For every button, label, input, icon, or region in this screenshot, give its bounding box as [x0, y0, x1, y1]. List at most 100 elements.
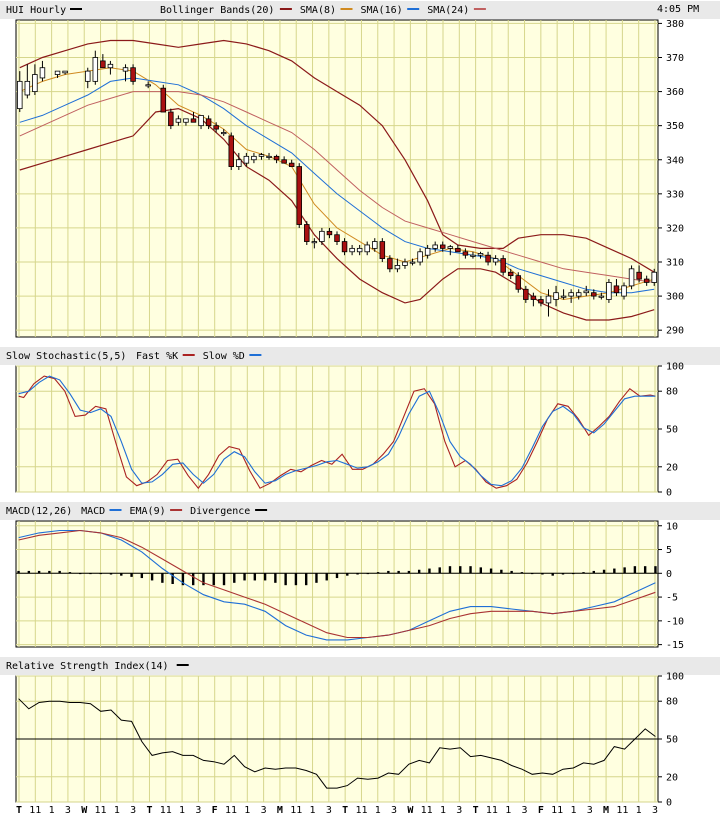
x-tick-label: T [342, 805, 348, 816]
divergence-bar [469, 566, 472, 574]
x-tick-label: W [407, 805, 414, 816]
candle-body [462, 251, 469, 256]
y-tick-label: 290 [666, 326, 684, 337]
candle-body [85, 70, 91, 82]
divergence-bar [448, 566, 452, 574]
candle-body [447, 246, 454, 249]
divergence-bar [479, 567, 483, 574]
divergence-bar [140, 573, 144, 579]
candle-body [228, 135, 235, 167]
divergence-bar [335, 573, 339, 579]
x-tick-label: 3 [65, 805, 71, 816]
candle-body [568, 292, 574, 297]
candle-body [394, 265, 401, 270]
legend-swatch [473, 8, 486, 10]
divergence-bar [243, 573, 246, 581]
candle-body [455, 247, 461, 253]
x-tick-label: 11 [421, 805, 433, 816]
divergence-bar [150, 573, 154, 581]
candle-body [372, 241, 378, 249]
candle-body [334, 234, 340, 242]
divergence-bar [592, 570, 595, 574]
candle-body [62, 70, 68, 74]
x-tick-label: 1 [244, 805, 250, 816]
divergence-bar [489, 568, 493, 574]
divergence-bar [161, 573, 164, 583]
divergence-bar [315, 573, 318, 583]
legend-label: SMA(16) [361, 5, 403, 16]
y-tick-label: 310 [666, 258, 684, 269]
x-tick-label: M [603, 805, 609, 816]
candle-body [168, 111, 174, 127]
divergence-bar [58, 570, 61, 574]
y-tick-label: 330 [666, 189, 684, 200]
divergence-bar [397, 570, 400, 574]
x-tick-label: 1 [114, 805, 120, 816]
y-tick-label: 5 [666, 545, 672, 556]
divergence-bar [346, 573, 349, 576]
divergence-bar [191, 573, 195, 586]
x-tick-label: 3 [456, 805, 462, 816]
candle-body [311, 241, 318, 244]
divergence-bar [99, 573, 102, 575]
divergence-bar [613, 568, 616, 574]
header-time: 4:05 PM [657, 4, 699, 15]
candle-body [243, 155, 250, 164]
candle-body [122, 67, 129, 72]
divergence-bar [602, 569, 606, 574]
divergence-bar [366, 573, 370, 575]
indicator-title: Relative Strength Index(14) [6, 661, 169, 672]
candle-body [92, 57, 99, 82]
legend-swatch [255, 509, 268, 511]
x-tick-label: 3 [652, 805, 658, 816]
candle-body [485, 254, 491, 263]
x-tick-label: 1 [179, 805, 185, 816]
candle-body [220, 132, 227, 135]
x-tick-label: 11 [616, 805, 628, 816]
x-tick-label: 1 [375, 805, 381, 816]
x-tick-label: 3 [391, 805, 397, 816]
x-tick-label: 3 [326, 805, 332, 816]
y-tick-label: 300 [666, 292, 684, 303]
candle-body [326, 230, 333, 236]
candle-body [100, 60, 106, 69]
candle-body [130, 67, 136, 82]
plot-area [15, 520, 659, 648]
divergence-bar [48, 570, 51, 574]
candle-body [636, 271, 642, 280]
divergence-bar [459, 566, 462, 574]
y-tick-label: 20 [666, 772, 678, 783]
divergence-bar [520, 572, 524, 574]
divergence-bar [27, 570, 31, 574]
candle-body [258, 154, 265, 157]
divergence-bar [643, 566, 647, 574]
x-tick-label: 11 [355, 805, 367, 816]
divergence-bar [407, 570, 411, 574]
legend-swatch [182, 354, 195, 356]
candle-body [39, 67, 46, 79]
divergence-bar [37, 570, 41, 574]
candle-body [387, 258, 393, 270]
divergence-bar [325, 573, 328, 581]
divergence-bar [561, 573, 565, 575]
candle-body [523, 288, 529, 300]
x-tick-label: 3 [587, 805, 593, 816]
x-tick-label: 1 [310, 805, 316, 816]
candle-body [341, 241, 348, 253]
candle-body [190, 118, 197, 123]
candle-body [281, 159, 287, 164]
candle-body [432, 244, 438, 249]
candle-body [364, 244, 370, 253]
legend-swatch [176, 664, 189, 666]
divergence-bar [68, 572, 72, 574]
candle-body [107, 63, 114, 69]
y-tick-label: 0 [666, 569, 672, 580]
candle-body [553, 292, 559, 300]
candle-body [183, 118, 189, 123]
x-tick-label: 11 [225, 805, 237, 816]
legend-label: Fast %K [136, 351, 178, 362]
divergence-bar [109, 573, 113, 575]
x-tick-label: W [81, 805, 88, 816]
chart-title: HUI Hourly [6, 5, 66, 16]
legend-label: EMA(9) [130, 506, 166, 517]
